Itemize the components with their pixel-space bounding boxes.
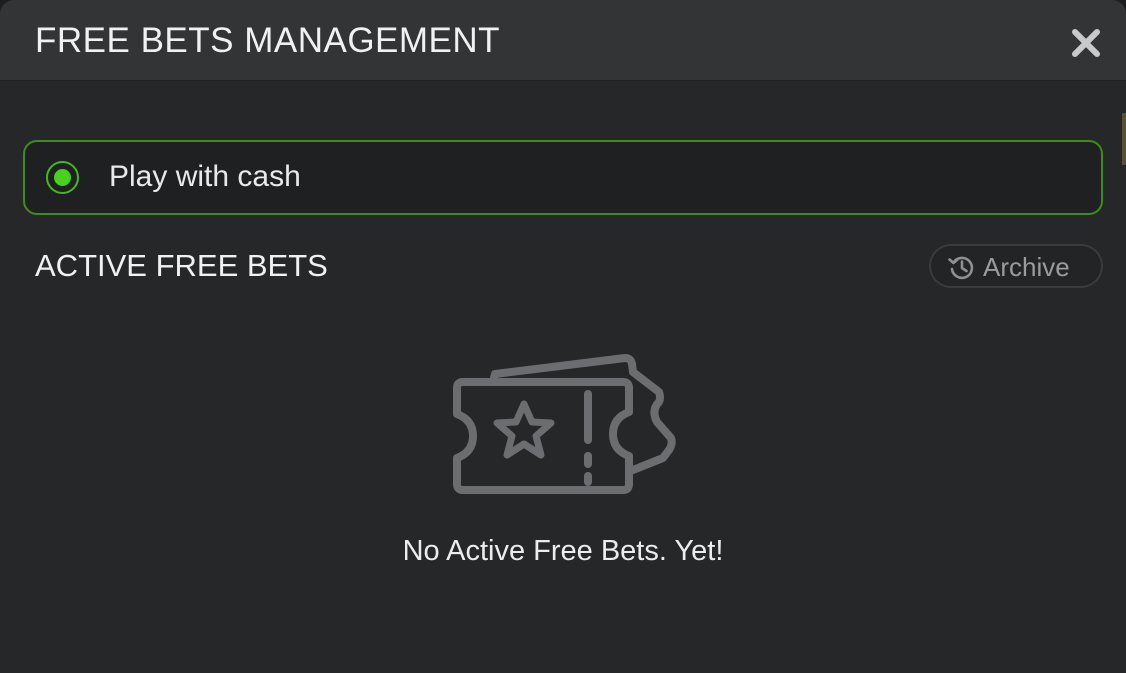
radio-dot <box>54 169 71 186</box>
modal-title: FREE BETS MANAGEMENT <box>35 21 501 60</box>
ticket-star-icon <box>453 354 676 494</box>
modal-header: FREE BETS MANAGEMENT <box>0 0 1126 81</box>
empty-state-message: No Active Free Bets. Yet! <box>402 535 724 567</box>
history-icon <box>948 256 974 280</box>
radio-selected[interactable] <box>46 161 79 194</box>
close-button[interactable] <box>1070 27 1102 59</box>
archive-label: Archive <box>983 252 1070 282</box>
archive-button[interactable]: Archive <box>929 244 1103 288</box>
active-free-bets-heading: ACTIVE FREE BETS <box>35 248 328 283</box>
scroll-edge <box>1122 113 1126 165</box>
close-icon <box>1072 29 1100 57</box>
play-with-cash-option[interactable]: Play with cash <box>23 140 1103 215</box>
play-with-cash-label: Play with cash <box>109 160 301 193</box>
free-bets-modal: FREE BETS MANAGEMENT Play with cash ACTI… <box>0 0 1126 673</box>
